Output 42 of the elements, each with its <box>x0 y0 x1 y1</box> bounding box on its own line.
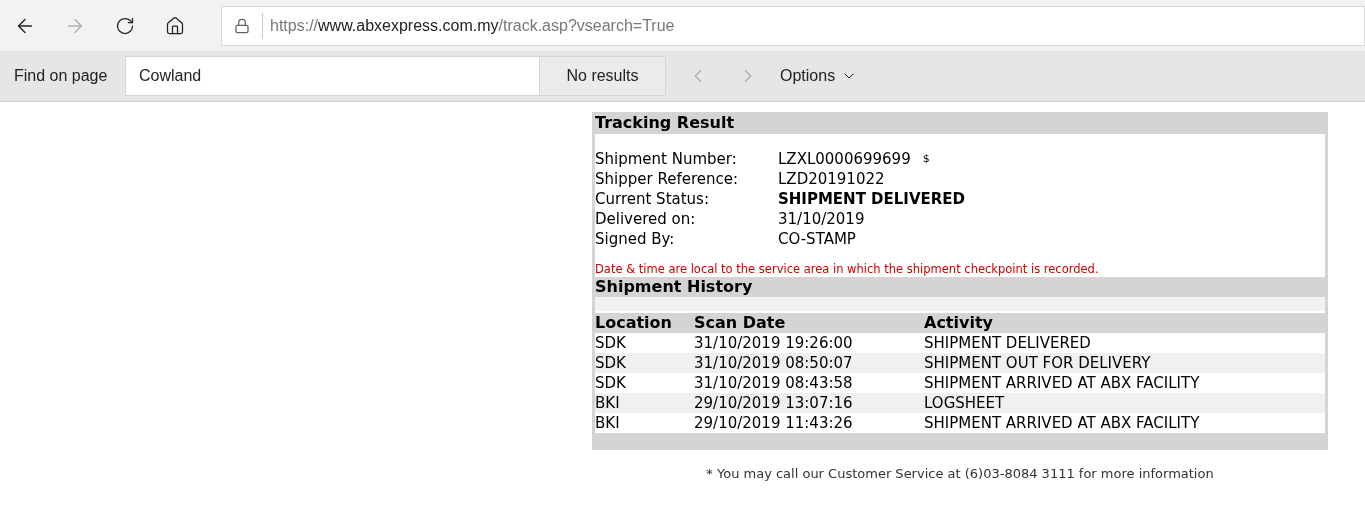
field-value: CO-STAMP <box>778 229 856 249</box>
table-cell-text: SHIPMENT ARRIVED AT ABX FACILITY <box>924 413 1201 433</box>
table-cell-text: BKI <box>595 393 621 413</box>
table-cell-text: SDK <box>595 333 627 353</box>
lock-icon <box>234 17 250 34</box>
footer-text: * You may call our Customer Service at (6)03-8084 3111 for more information <box>706 465 1214 483</box>
find-label: Find on page <box>14 66 109 86</box>
table-cell-text: 31/10/2019 08:43:58 <box>694 373 854 393</box>
table-cell-text: LOGSHEET <box>924 393 1006 413</box>
find-field[interactable]: Cowland <box>125 56 540 96</box>
field-label: Signed By: <box>595 229 676 249</box>
note-text: Date & time are local to the service area in which the shipment checkpoint is recorded. <box>595 262 1100 276</box>
table-cell-text: SHIPMENT OUT FOR DELIVERY <box>924 353 1152 373</box>
field-value: LZXL0000699699 <box>778 149 911 169</box>
column-header: Activity <box>924 313 994 333</box>
column-header: Scan Date <box>694 313 787 333</box>
field-suffix: $ <box>922 151 930 167</box>
field-value: 31/10/2019 <box>778 209 865 229</box>
table-cell-text: SHIPMENT DELIVERED <box>924 333 1092 353</box>
field-value: SHIPMENT DELIVERED <box>778 189 966 209</box>
table-cell-text: 31/10/2019 19:26:00 <box>694 333 854 353</box>
table-cell-text: SHIPMENT ARRIVED AT ABX FACILITY <box>924 373 1201 393</box>
options-button[interactable]: Options <box>780 64 858 88</box>
field-label: Shipper Reference: <box>595 169 739 189</box>
field-value: LZD20191022 <box>778 169 885 189</box>
refresh-icon <box>115 15 135 36</box>
table-cell-text: BKI <box>595 413 621 433</box>
field-label: Current Status: <box>595 189 710 209</box>
find-result: No results <box>540 56 666 96</box>
url-text: https://www.abxexpress.com.my/track.asp?vsearch=True <box>270 15 675 36</box>
section-title: Shipment History <box>595 277 754 297</box>
column-header: Location <box>595 313 673 333</box>
home-icon <box>165 15 185 36</box>
address-bar[interactable]: https://www.abxexpress.com.my/track.asp?vsearch=True <box>221 5 1365 46</box>
section-title: Tracking Result <box>595 112 736 134</box>
field-label: Delivered on: <box>595 209 697 229</box>
table-cell-text: SDK <box>595 353 627 373</box>
table-cell-text: 29/10/2019 11:43:26 <box>694 413 854 433</box>
table-cell-text: 29/10/2019 13:07:16 <box>694 393 854 413</box>
table-cell-text: 31/10/2019 08:50:07 <box>694 353 854 373</box>
table-cell-text: SDK <box>595 373 627 393</box>
field-label: Shipment Number: <box>595 149 738 169</box>
